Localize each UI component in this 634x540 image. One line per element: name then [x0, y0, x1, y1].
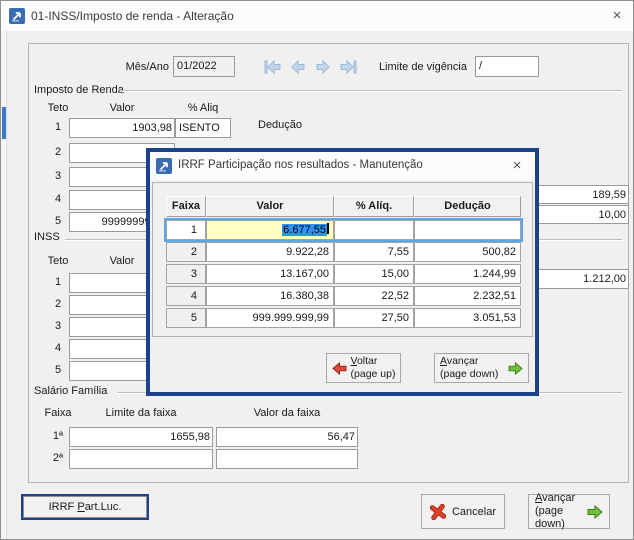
grid-cell-deducao[interactable]: 2.232,51 [414, 286, 521, 306]
grid-header-aliq: % Alíq. [334, 196, 414, 217]
advance-button[interactable]: Avançar(page down) [528, 494, 610, 529]
grid-cell-aliq[interactable]: 15,00 [334, 264, 414, 284]
salario-valor-input-1[interactable]: 56,47 [216, 427, 358, 447]
irrf-partluc-button[interactable]: IRRF Part.Luc. [21, 494, 149, 520]
cancel-button-label: Cancelar [452, 506, 496, 518]
imposto-separator [122, 90, 622, 92]
nav-next-button[interactable] [313, 59, 333, 75]
deducao-label: Dedução [258, 119, 302, 131]
dialog-close-button[interactable]: × [505, 155, 529, 177]
imposto-header-valor: Valor [69, 102, 175, 114]
imposto-row-label: 2 [45, 146, 71, 158]
nav-first-button[interactable] [263, 59, 283, 75]
advance-button-label: Avançar(page down) [535, 492, 581, 531]
advance-dialog-button[interactable]: Avançar(page down) [434, 353, 529, 383]
grid-row: 3 13.167,00 15,00 1.244,99 [166, 264, 521, 284]
grid-row: 4 16.380,38 22,52 2.232,51 [166, 286, 521, 306]
cancel-button[interactable]: Cancelar [421, 494, 505, 529]
imposto-valor-input-1[interactable]: 1903,98 [69, 118, 175, 138]
left-scrollbar[interactable] [1, 31, 7, 540]
grid-cell-faixa[interactable]: 1 [166, 220, 206, 240]
imposto-row-label: 3 [45, 170, 71, 182]
salario-header-valor: Valor da faixa [216, 407, 358, 419]
grid-cell-deducao[interactable]: 3.051,53 [414, 308, 521, 328]
first-record-icon [263, 59, 283, 75]
inss-row-label: 2 [45, 298, 71, 310]
limite-vigencia-input[interactable]: / [475, 56, 539, 77]
back-arrow-icon [332, 362, 347, 375]
salario-section-label: Salário Família [34, 385, 107, 397]
salario-header-limite: Limite da faixa [69, 407, 213, 419]
salario-valor-input-2[interactable] [216, 449, 358, 469]
limite-vigencia-label: Limite de vigência [357, 61, 467, 73]
imposto-header-aliq: % Aliq [175, 102, 231, 114]
irrf-dialog: IRRF Participação nos resultados - Manut… [146, 148, 539, 396]
grid-cell-deducao[interactable]: 1.244,99 [414, 264, 521, 284]
advance-dialog-arrow-icon [508, 362, 523, 375]
grid-cell-aliq[interactable]: 7,55 [334, 242, 414, 262]
mes-ano-label: Mês/Ano [105, 61, 169, 73]
next-record-icon [313, 59, 333, 75]
main-window: 01-INSS/Imposto de renda - Alteração × M… [0, 0, 634, 540]
advance-dialog-label: Avançar(page down) [440, 355, 498, 381]
scrollbar-thumb[interactable] [2, 107, 6, 139]
grid-header-valor: Valor [206, 196, 334, 217]
grid-row: 5 999.999.999,99 27,50 3.051,53 [166, 308, 521, 328]
app-icon [9, 8, 25, 24]
previous-record-icon [288, 59, 308, 75]
salario-limite-input-1[interactable]: 1655,98 [69, 427, 213, 447]
inss-row-label: 5 [45, 364, 71, 376]
grid-row-selected: 1 6.677,55 [166, 220, 521, 240]
grid-cell-faixa[interactable]: 4 [166, 286, 206, 306]
grid-row: 2 9.922,28 7,55 500,82 [166, 242, 521, 262]
back-button-label: Voltar(page up) [351, 355, 396, 381]
imposto-row-label: 1 [45, 121, 71, 133]
grid-cell-deducao[interactable] [414, 220, 521, 240]
dialog-titlebar: IRRF Participação nos resultados - Manut… [150, 152, 535, 180]
grid-cell-valor[interactable]: 13.167,00 [206, 264, 334, 284]
mes-ano-input[interactable]: 01/2022 [173, 56, 235, 77]
inss-row-label: 4 [45, 342, 71, 354]
grid-header-faixa: Faixa [166, 196, 206, 217]
grid-header-deducao: Dedução [414, 196, 521, 217]
dialog-title: IRRF Participação nos resultados - Manut… [178, 159, 423, 171]
imposto-row-label: 4 [45, 193, 71, 205]
cancel-x-icon [430, 504, 446, 520]
grid-cell-aliq[interactable] [334, 220, 414, 240]
window-close-button[interactable]: × [605, 5, 629, 27]
grid-cell-deducao[interactable]: 500,82 [414, 242, 521, 262]
grid-cell-valor[interactable]: 16.380,38 [206, 286, 334, 306]
back-button[interactable]: Voltar(page up) [326, 353, 401, 383]
imposto-row-label: 5 [45, 215, 71, 227]
inss-row-label: 1 [45, 276, 71, 288]
grid-cell-valor[interactable]: 999.999.999,99 [206, 308, 334, 328]
dialog-icon [156, 158, 172, 174]
grid-header-row: Faixa Valor % Alíq. Dedução [166, 196, 521, 217]
window-title: 01-INSS/Imposto de renda - Alteração [31, 9, 234, 23]
last-record-icon [338, 59, 358, 75]
grid-cell-aliq[interactable]: 22,52 [334, 286, 414, 306]
inss-row-label: 3 [45, 320, 71, 332]
inss-section-label: INSS [34, 231, 60, 243]
grid-cell-valor[interactable]: 9.922,28 [206, 242, 334, 262]
irrf-button-label: IRRF Part.Luc. [49, 501, 122, 513]
text-cursor [327, 223, 329, 234]
salario-limite-input-2[interactable] [69, 449, 213, 469]
nav-last-button[interactable] [338, 59, 358, 75]
imposto-section-label: Imposto de Renda [34, 84, 124, 96]
advance-arrow-icon [587, 505, 603, 519]
grid-cell-valor-editing[interactable]: 6.677,55 [206, 220, 334, 240]
grid-cell-faixa[interactable]: 3 [166, 264, 206, 284]
nav-prev-button[interactable] [288, 59, 308, 75]
grid-cell-faixa[interactable]: 2 [166, 242, 206, 262]
grid-cell-faixa[interactable]: 5 [166, 308, 206, 328]
grid-cell-aliq[interactable]: 27,50 [334, 308, 414, 328]
imposto-aliq-input-1[interactable]: ISENTO [175, 118, 231, 138]
window-titlebar: 01-INSS/Imposto de renda - Alteração × [1, 1, 634, 31]
